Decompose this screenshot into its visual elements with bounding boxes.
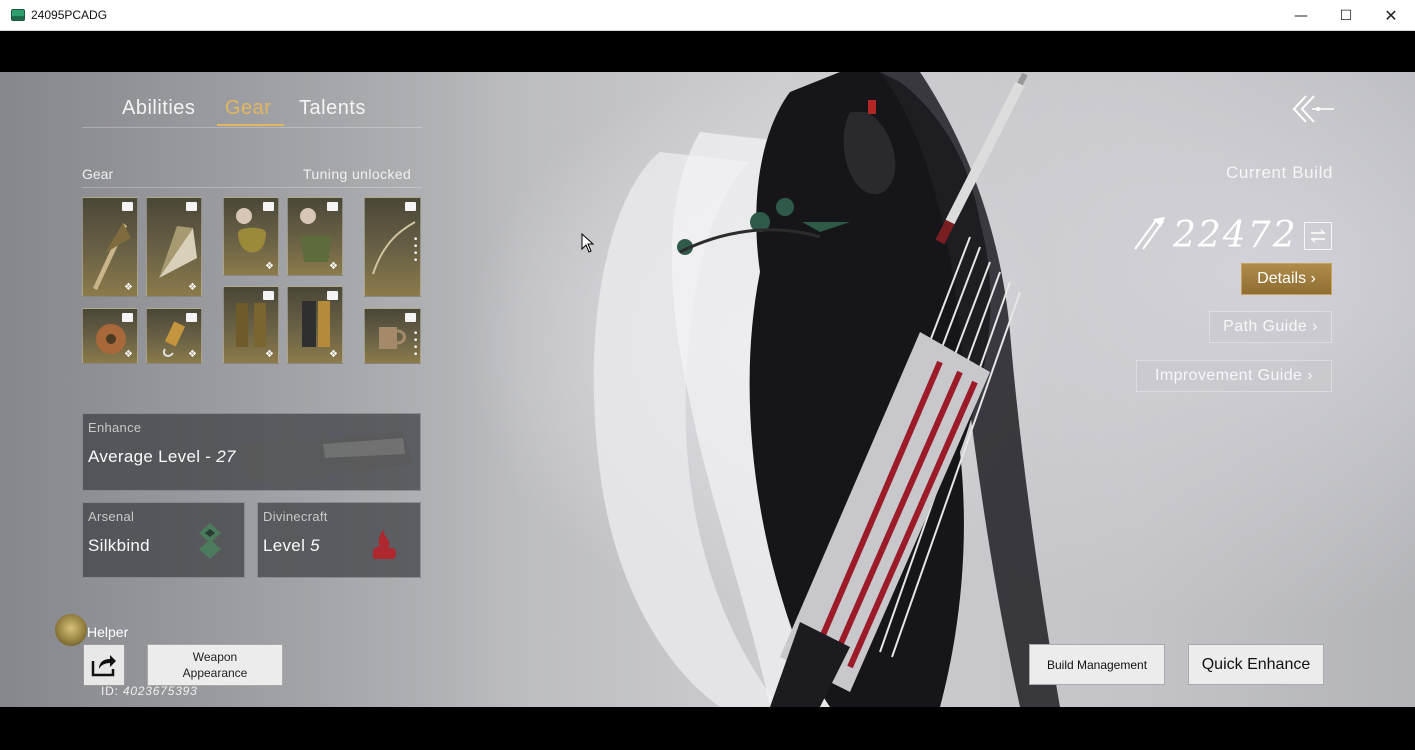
- enhance-card[interactable]: Enhance Average Level - 27: [82, 413, 421, 491]
- quill-score-icon: [1134, 217, 1165, 250]
- share-button[interactable]: [83, 644, 125, 686]
- divinecraft-level-number: 5: [310, 536, 320, 555]
- tuning-mark-icon: ❖: [265, 261, 274, 272]
- character-illustration: [593, 72, 1060, 707]
- enhance-value: Average Level - 27: [88, 447, 236, 467]
- improvement-guide-button[interactable]: Improvement Guide ›: [1136, 360, 1332, 392]
- equip-badge-icon: [122, 202, 133, 211]
- game-window: 24095PCADG — ☐ ✕ Abilities Gear Talents …: [0, 0, 1415, 750]
- divinecraft-caption: Divinecraft: [263, 509, 328, 524]
- gear-slot-weapon-2[interactable]: ❖: [146, 197, 202, 297]
- gear-slot-helmet[interactable]: ❖: [223, 197, 279, 276]
- enhance-value-prefix: Average Level -: [88, 447, 217, 466]
- more-options-icon: • • • •: [413, 328, 419, 360]
- mouse-cursor: [581, 233, 595, 253]
- details-button[interactable]: Details ›: [1241, 263, 1332, 295]
- arsenal-caption: Arsenal: [88, 509, 135, 524]
- weapon-appearance-label-line1: Weapon: [192, 650, 238, 664]
- gear-section-title: Gear: [82, 166, 114, 182]
- maximize-button[interactable]: ☐: [1323, 0, 1369, 31]
- gear-slot-ranged-2[interactable]: • • • •: [364, 308, 421, 364]
- divinecraft-value-prefix: Level: [263, 536, 311, 555]
- divinecraft-value: Level 5: [263, 536, 320, 556]
- tuning-status: Tuning unlocked: [303, 166, 412, 182]
- equip-badge-icon: [405, 313, 416, 322]
- silkbind-icon: [199, 523, 221, 559]
- equip-badge-icon: [186, 202, 197, 211]
- share-icon: [91, 655, 116, 677]
- tab-abilities[interactable]: Abilities: [122, 97, 195, 120]
- tuning-mark-icon: ❖: [188, 282, 197, 293]
- tuning-mark-icon: ❖: [188, 349, 197, 360]
- weapon-appearance-button[interactable]: Weapon Appearance: [147, 644, 283, 686]
- tab-bar: Abilities Gear Talents: [82, 92, 422, 128]
- build-score: 22472: [1173, 215, 1298, 256]
- gear-slot-greaves[interactable]: ❖: [287, 286, 343, 364]
- weapon-appearance-label-line2: Appearance: [182, 666, 248, 680]
- gear-slot-accessory-2[interactable]: ❖: [146, 308, 202, 364]
- gear-slot-weapon-1[interactable]: ❖: [82, 197, 138, 297]
- current-build-title: Current Build: [1225, 163, 1333, 182]
- flame-icon: [372, 525, 396, 559]
- path-guide-button[interactable]: Path Guide ›: [1209, 311, 1332, 343]
- tab-gear[interactable]: Gear: [225, 97, 271, 120]
- equip-badge-icon: [327, 291, 338, 300]
- divinecraft-card[interactable]: Divinecraft Level 5: [257, 502, 421, 578]
- helper-mascot-icon[interactable]: [55, 614, 87, 646]
- equip-badge-icon: [263, 202, 274, 211]
- tuning-mark-icon: ❖: [329, 261, 338, 272]
- gear-slot-ranged-1[interactable]: • • • •: [364, 197, 421, 297]
- gear-slot-accessory-1[interactable]: ❖: [82, 308, 138, 364]
- tab-talents[interactable]: Talents: [299, 97, 366, 120]
- player-id-prefix: ID:: [101, 684, 123, 698]
- player-id-value: 4023675393: [122, 684, 198, 698]
- tuning-mark-icon: ❖: [329, 349, 338, 360]
- equip-badge-icon: [263, 291, 274, 300]
- enhance-level-number: 27: [216, 447, 236, 466]
- window-title: 24095PCADG: [31, 8, 108, 22]
- player-id: ID: 4023675393: [101, 684, 198, 698]
- more-options-icon: • • • •: [413, 235, 419, 267]
- enhance-caption: Enhance: [88, 420, 142, 435]
- tuning-mark-icon: ❖: [124, 282, 133, 293]
- panel-shade: [0, 72, 520, 707]
- active-tab-indicator: [217, 124, 284, 126]
- arsenal-value: Silkbind: [88, 536, 150, 555]
- swap-icon: [1310, 229, 1326, 243]
- back-arrows-icon[interactable]: [1292, 94, 1336, 124]
- tuning-mark-icon: ❖: [265, 349, 274, 360]
- quick-enhance-button[interactable]: Quick Enhance: [1188, 644, 1324, 685]
- minimize-button[interactable]: —: [1278, 0, 1324, 31]
- section-divider: [82, 187, 422, 188]
- equip-badge-icon: [327, 202, 338, 211]
- arsenal-card[interactable]: Arsenal Silkbind: [82, 502, 245, 578]
- window-titlebar: 24095PCADG — ☐ ✕: [0, 0, 1415, 31]
- close-button[interactable]: ✕: [1368, 0, 1414, 31]
- equip-badge-icon: [405, 202, 416, 211]
- build-management-button[interactable]: Build Management: [1029, 644, 1165, 685]
- tuning-mark-icon: ❖: [124, 349, 133, 360]
- gear-slot-gloves[interactable]: ❖: [223, 286, 279, 364]
- app-icon: [11, 9, 25, 21]
- equip-badge-icon: [186, 313, 197, 322]
- helper-label[interactable]: Helper: [87, 624, 128, 640]
- equip-badge-icon: [122, 313, 133, 322]
- swap-build-button[interactable]: [1304, 222, 1332, 250]
- gear-slot-chest[interactable]: ❖: [287, 197, 343, 276]
